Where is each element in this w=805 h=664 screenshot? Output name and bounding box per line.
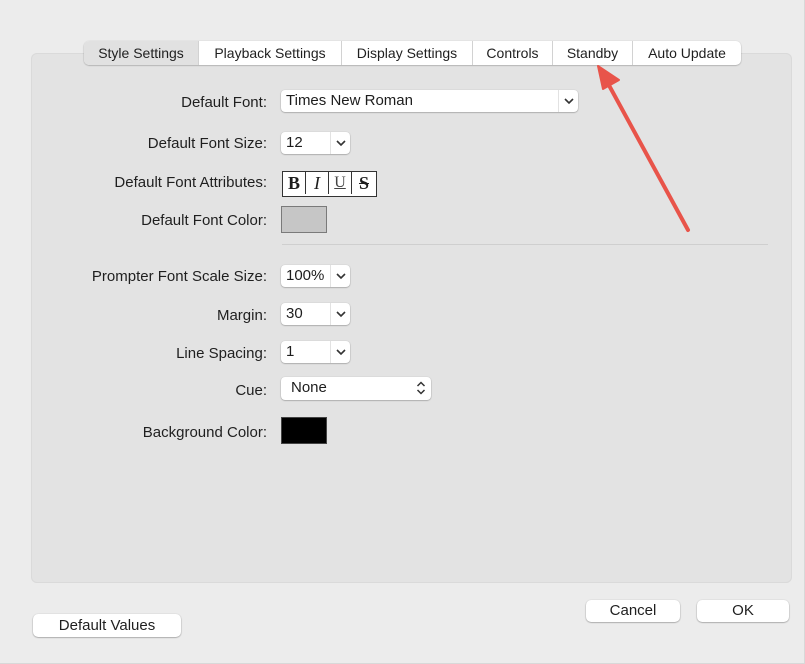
cancel-button[interactable]: Cancel bbox=[586, 600, 680, 622]
annotation-arrow-shaft bbox=[603, 76, 690, 232]
annotation-arrow bbox=[597, 65, 690, 232]
annotation-arrow-head bbox=[597, 65, 620, 90]
default-values-button[interactable]: Default Values bbox=[33, 614, 181, 637]
ok-button[interactable]: OK bbox=[697, 600, 789, 622]
